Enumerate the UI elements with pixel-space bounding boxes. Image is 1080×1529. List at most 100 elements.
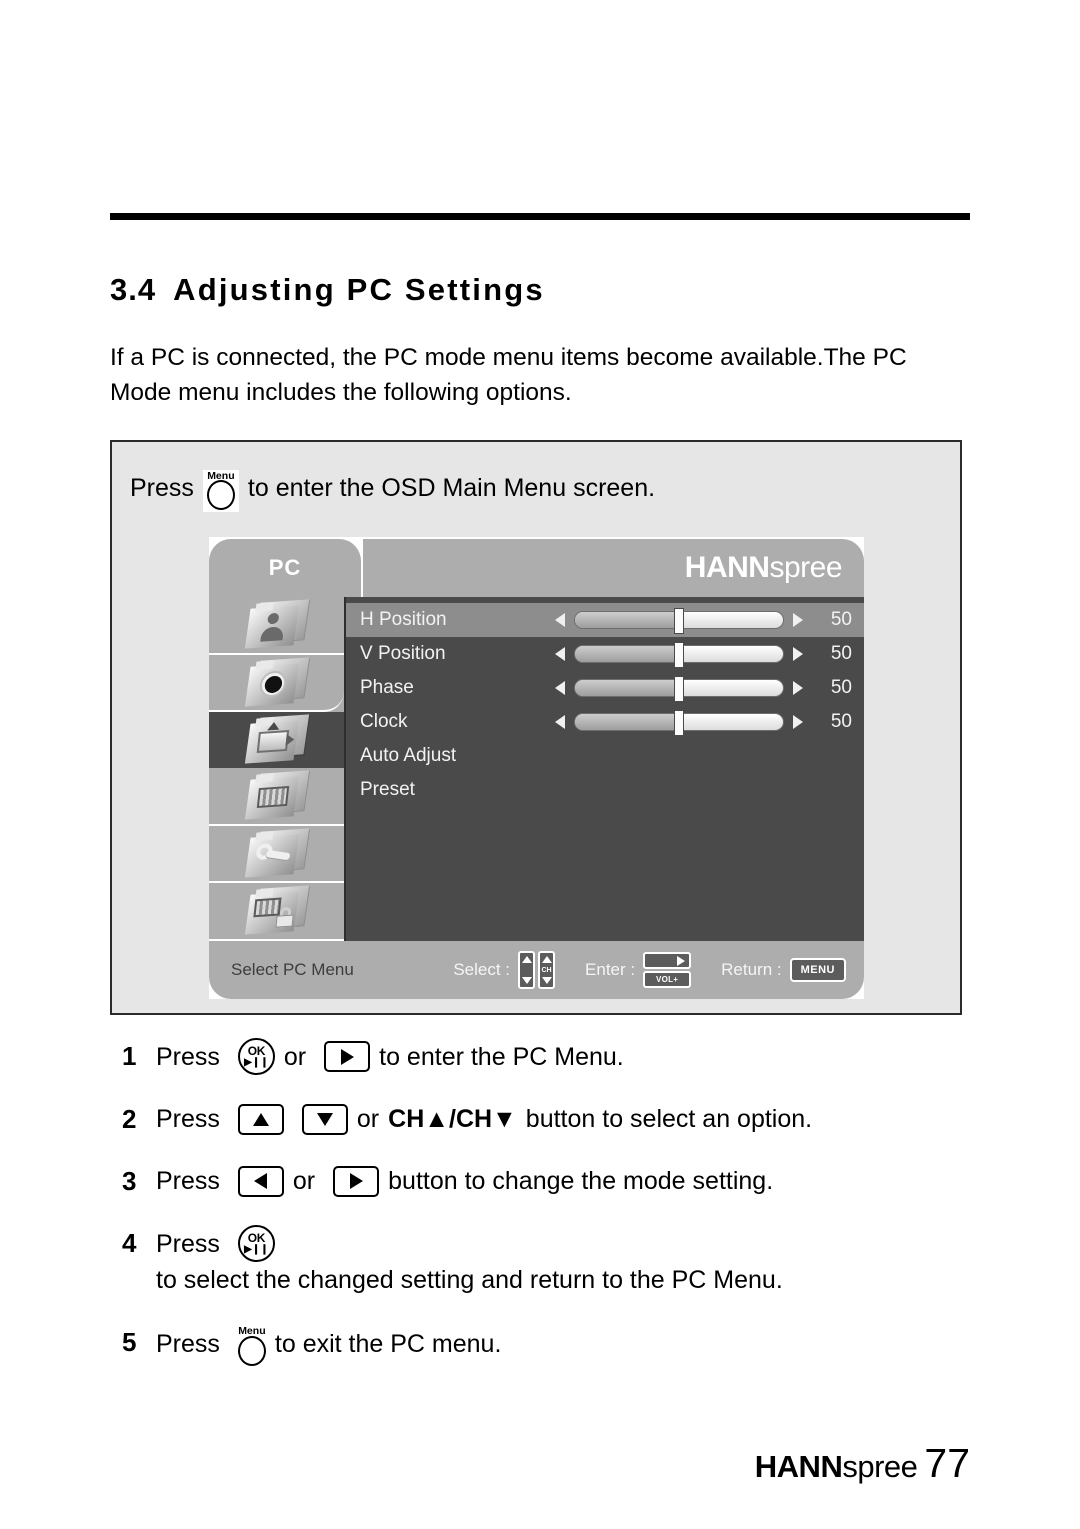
- up-arrow-button-icon[interactable]: [237, 1103, 284, 1135]
- footer-brand-bold: HANN: [754, 1449, 843, 1484]
- osd-status-text: Select PC Menu: [231, 960, 354, 979]
- osd-sidebar: [209, 597, 344, 942]
- section-number: 3.4: [110, 272, 157, 307]
- menu-button-icon[interactable]: Menu: [202, 470, 239, 512]
- step-2: 2 Press or CH▲/CH▼ button to select an o…: [122, 1101, 982, 1137]
- menu-button-circle: [206, 480, 235, 510]
- osd-tab-label: PC: [268, 555, 302, 580]
- osd-slider-track[interactable]: [574, 676, 784, 702]
- osd-brand-bold: HANN: [684, 551, 770, 584]
- header-rule: [110, 213, 970, 220]
- press-menu-instruction: Press Menu to enter the OSD Main Menu sc…: [130, 467, 656, 512]
- osd-footer: Select PC Menu Select : CH Enter : VOL+ …: [209, 941, 864, 999]
- right-arrow-button-icon[interactable]: [324, 1041, 371, 1072]
- osd-slider-value: 50: [830, 643, 852, 664]
- down-arrow-button-icon[interactable]: [301, 1103, 348, 1135]
- osd-rows-container: H Position 50 V Position 50 Phase 50 Clock 50 Au…: [346, 597, 864, 807]
- menu-button-circle: [237, 1336, 266, 1366]
- right-arrow-button-icon[interactable]: [333, 1165, 380, 1197]
- osd-slider-control[interactable]: 50: [555, 710, 852, 736]
- osd-menu-list: H Position 50 V Position 50 Phase 50 Clock 50 Au…: [344, 597, 864, 941]
- press-suffix-label: to enter the OSD Main Menu screen.: [247, 473, 656, 502]
- increase-arrow-icon[interactable]: [793, 681, 803, 695]
- sidebar-item-color-bars[interactable]: [209, 768, 344, 826]
- decrease-arrow-icon[interactable]: [555, 613, 565, 627]
- osd-slider-track[interactable]: [574, 642, 784, 668]
- osd-tab-pc[interactable]: PC: [209, 539, 361, 597]
- osd-menu-row-label: Preset: [360, 779, 415, 800]
- osd-slider-track[interactable]: [574, 710, 784, 736]
- step-text: or: [283, 1042, 307, 1071]
- step-text: to select the changed setting and return…: [156, 1266, 783, 1294]
- ok-button-icon[interactable]: OK ▶❙❙: [237, 1225, 275, 1262]
- osd-slider-thumb[interactable]: [674, 608, 684, 634]
- footer-brand-logo: HANNspree: [755, 1449, 918, 1485]
- step-text: or: [356, 1105, 380, 1133]
- menu-button-icon[interactable]: Menu: [237, 1325, 266, 1366]
- step-text: Press: [156, 1105, 220, 1133]
- step-text: to enter the PC Menu.: [379, 1042, 624, 1071]
- ch-up-down-label: CH▲/CH▼: [388, 1105, 517, 1133]
- osd-slider-thumb[interactable]: [674, 642, 684, 668]
- osd-return-hint: Return : MENU: [721, 958, 846, 982]
- increase-arrow-icon[interactable]: [793, 613, 803, 627]
- osd-screen: PC HANNspree H Position 50 V Position 50…: [209, 537, 864, 999]
- osd-menu-row[interactable]: H Position 50: [346, 603, 864, 637]
- increase-arrow-icon[interactable]: [793, 647, 803, 661]
- wrench-setup-icon: [244, 827, 310, 878]
- rocker-left: [518, 951, 536, 989]
- sidebar-item-picture[interactable]: [209, 597, 344, 655]
- left-arrow-button-icon[interactable]: [237, 1165, 284, 1197]
- sidebar-item-lens[interactable]: [209, 654, 344, 713]
- page-number: 77: [924, 1440, 970, 1486]
- sidebar-item-lock[interactable]: [209, 883, 344, 942]
- vol-right-arrow-row: [643, 952, 692, 969]
- increase-arrow-icon[interactable]: [793, 715, 803, 729]
- osd-slider-fill: [575, 714, 679, 730]
- channel-label: CH: [541, 966, 552, 974]
- osd-slider-value: 50: [830, 711, 852, 732]
- decrease-arrow-icon[interactable]: [555, 681, 565, 695]
- menu-key-icon[interactable]: MENU: [789, 958, 846, 982]
- instruction-steps: 1 Press OK ▶❙❙ or to enter the PC Menu. 2…: [122, 1038, 982, 1390]
- osd-slider-control[interactable]: 50: [555, 608, 852, 634]
- step-number: 2: [122, 1104, 137, 1134]
- osd-menu-row[interactable]: V Position 50: [346, 637, 864, 671]
- step-text: Press: [156, 1229, 220, 1258]
- step-number: 5: [122, 1327, 137, 1357]
- step-number: 4: [122, 1228, 137, 1258]
- step-text: or: [292, 1167, 316, 1195]
- osd-slider-thumb[interactable]: [674, 710, 684, 736]
- osd-brand-light: spree: [769, 551, 842, 584]
- osd-slider-fill: [575, 612, 679, 628]
- rocker-right: CH: [538, 951, 556, 989]
- vol-plus-label: VOL+: [643, 971, 692, 988]
- osd-slider-control[interactable]: 50: [555, 642, 852, 668]
- osd-menu-row[interactable]: Clock 50: [346, 705, 864, 739]
- osd-menu-row[interactable]: Auto Adjust: [346, 739, 864, 773]
- picture-icon: [244, 599, 310, 649]
- osd-menu-row[interactable]: Phase 50: [346, 671, 864, 705]
- osd-menu-row-label: Clock: [360, 711, 408, 732]
- ok-button-icon[interactable]: OK ▶❙❙: [237, 1038, 275, 1075]
- sidebar-item-setup[interactable]: [209, 825, 344, 884]
- osd-menu-row-label: H Position: [360, 609, 447, 630]
- decrease-arrow-icon[interactable]: [555, 647, 565, 661]
- osd-header: PC HANNspree: [209, 537, 864, 597]
- osd-body: H Position 50 V Position 50 Phase 50 Clock 50 Au…: [209, 597, 864, 942]
- sidebar-item-pc-screen[interactable]: [209, 712, 344, 769]
- menu-button-caption: Menu: [238, 1325, 266, 1337]
- osd-menu-row[interactable]: Preset: [346, 773, 864, 807]
- lock-screen-icon: [244, 885, 310, 935]
- volume-button-icon[interactable]: VOL+: [643, 952, 692, 988]
- osd-slider-value: 50: [830, 609, 852, 630]
- osd-illustration-panel: Press Menu to enter the OSD Main Menu sc…: [110, 440, 962, 1015]
- decrease-arrow-icon[interactable]: [555, 715, 565, 729]
- osd-slider-control[interactable]: 50: [555, 676, 852, 702]
- osd-enter-hint: Enter : VOL+: [585, 952, 692, 988]
- intro-paragraph: If a PC is connected, the PC mode menu i…: [110, 344, 907, 406]
- page-footer: HANNspree 77: [755, 1440, 970, 1487]
- osd-slider-track[interactable]: [574, 608, 784, 634]
- osd-slider-thumb[interactable]: [674, 676, 684, 702]
- channel-rocker-icon[interactable]: CH: [518, 951, 556, 989]
